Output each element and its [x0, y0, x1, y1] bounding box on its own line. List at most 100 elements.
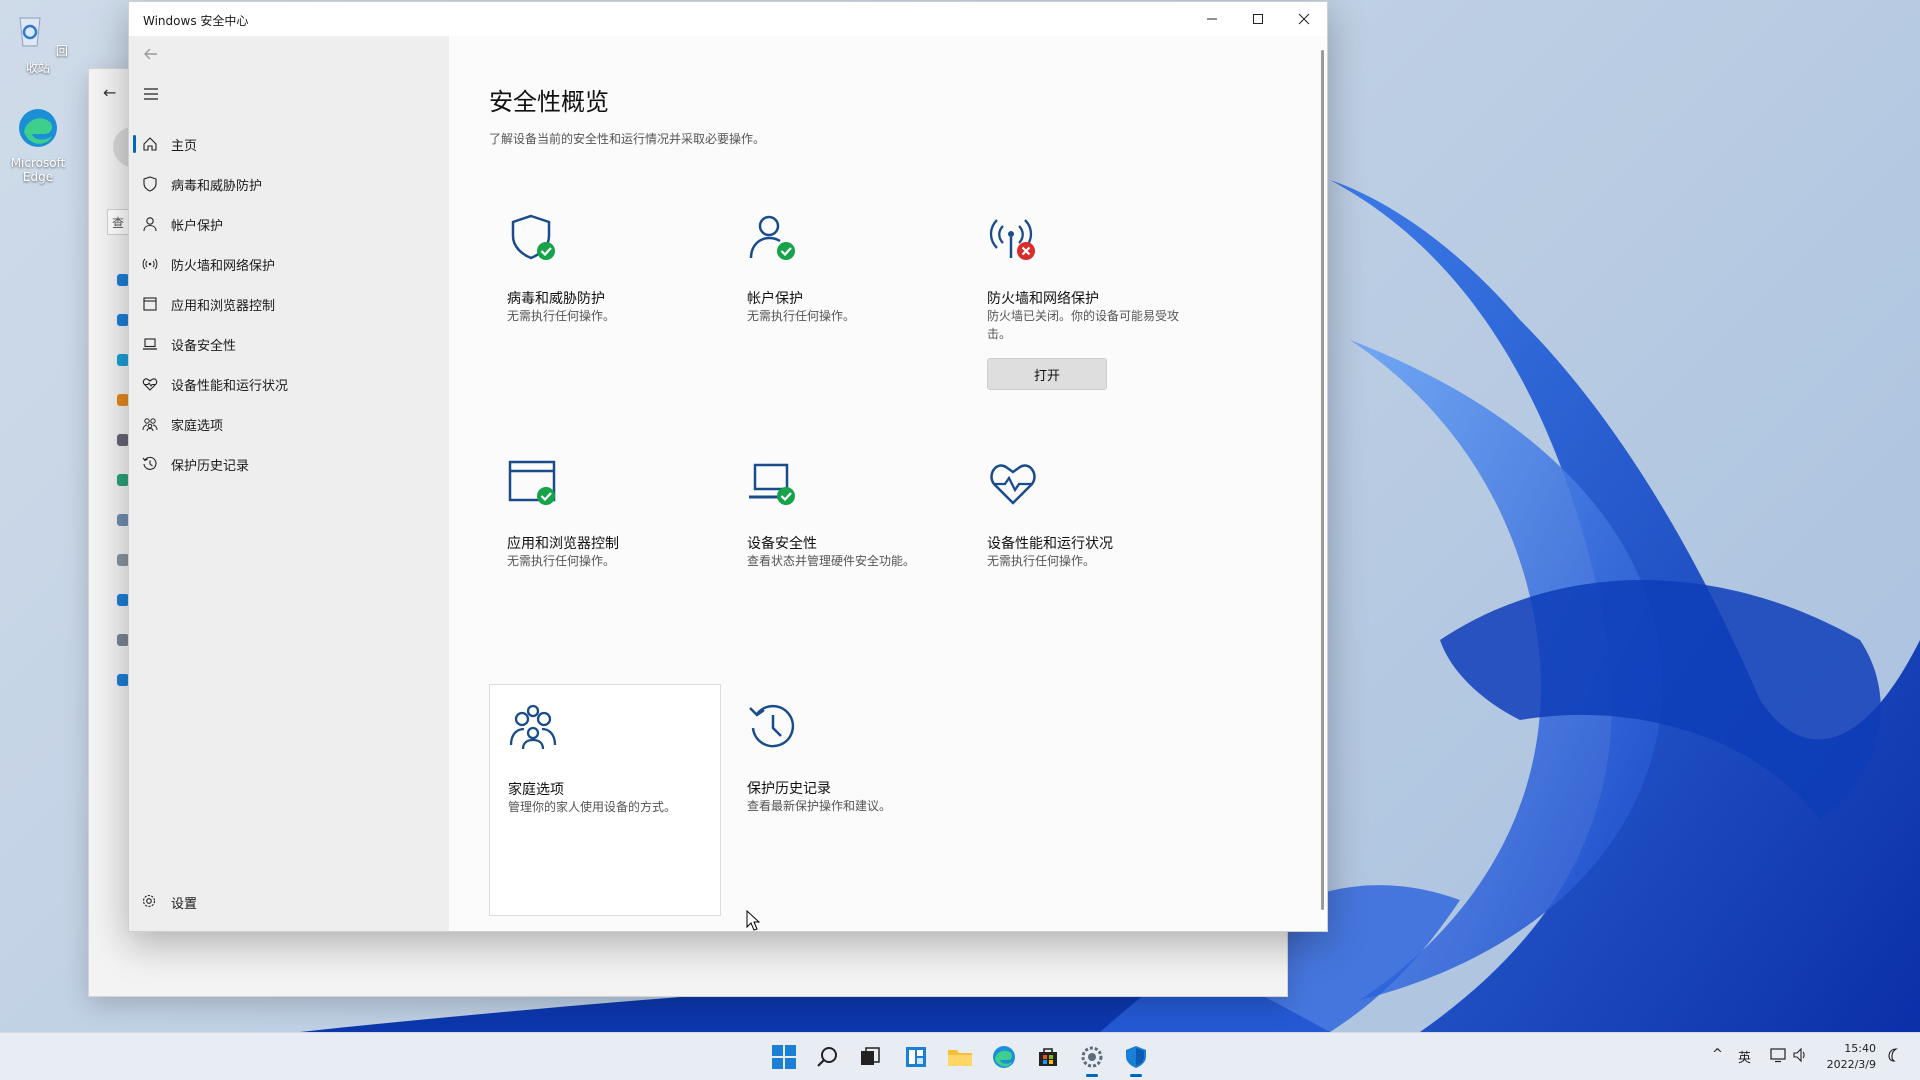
tile-description: 管理你的家人使用设备的方式。 [508, 800, 677, 814]
settings-label: 设置 [171, 896, 198, 912]
taskbar-task-view-button[interactable] [854, 1041, 886, 1073]
taskbar-edge-button[interactable] [988, 1041, 1020, 1073]
tile-title: 设备性能和运行状况 [987, 536, 1113, 552]
tile-app-browser-control[interactable]: 应用和浏览器控制 无需执行任何操作。 [489, 439, 721, 671]
tile-title: 病毒和威胁防护 [507, 291, 605, 307]
taskbar-search-button[interactable] [812, 1041, 844, 1073]
sidebar-item-virus-protection[interactable]: 病毒和威胁防护 [133, 166, 437, 202]
tile-title: 保护历史记录 [747, 781, 831, 797]
network-icon[interactable] [1770, 1047, 1786, 1063]
recycle-bin-icon [19, 17, 41, 47]
windows-security-window: Windows 安全中心 主页 病毒和威胁防护 帐户保护 防火墙和网络保护 应用… [128, 1, 1328, 932]
notification-icon[interactable] [1886, 1047, 1900, 1063]
tile-virus-protection[interactable]: 病毒和威胁防护 无需执行任何操作。 [489, 194, 721, 426]
taskbar-store-button[interactable] [1032, 1041, 1064, 1073]
tile-firewall[interactable]: 防火墙和网络保护 防火墙已关闭。你的设备可能易受攻击。 打开 [969, 194, 1201, 426]
main-content: 安全性概览 了解设备当前的安全性和运行情况并采取必要操作。 病毒和威胁防护 无需… [449, 36, 1327, 931]
tile-description: 无需执行任何操作。 [507, 309, 616, 323]
sidebar-item-device-security[interactable]: 设备安全性 [133, 326, 437, 362]
clock-date: 2022/3/9 [1826, 1058, 1876, 1071]
start-icon [772, 1045, 796, 1069]
store-icon [1039, 1048, 1057, 1066]
account-check-icon [749, 215, 795, 260]
firewall-error-icon [989, 219, 1035, 260]
scrollbar[interactable] [1321, 50, 1324, 910]
shield-check-icon [511, 214, 555, 260]
widgets-icon [906, 1047, 926, 1067]
tile-title: 帐户保护 [747, 291, 803, 307]
window-title: Windows 安全中心 [143, 14, 249, 28]
tile-device-performance[interactable]: 设备性能和运行状况 无需执行任何操作。 [969, 439, 1201, 671]
sidebar-item-firewall[interactable]: 防火墙和网络保护 [133, 246, 437, 282]
sidebar-item-label: 病毒和威胁防护 [171, 178, 263, 194]
clock-time: 15:40 [1844, 1042, 1876, 1055]
page-subtitle: 了解设备当前的安全性和运行情况并采取必要操作。 [489, 132, 766, 146]
sidebar-item-label: 主页 [171, 138, 198, 154]
laptop-icon [141, 335, 159, 353]
desktop-icon-label: Microsoft Edge [10, 156, 66, 184]
sidebar-item-label: 家庭选项 [171, 418, 224, 434]
sidebar-item-label: 防火墙和网络保护 [171, 258, 276, 274]
family-icon [509, 704, 557, 750]
maximize-button[interactable] [1235, 2, 1281, 36]
minimize-button[interactable] [1189, 2, 1235, 36]
hamburger-icon [144, 88, 158, 100]
settings-link[interactable]: 设置 [133, 884, 437, 920]
tile-family-options[interactable]: 家庭选项 管理你的家人使用设备的方式。 [489, 684, 721, 916]
file-explorer-icon [948, 1050, 972, 1066]
close-icon [1298, 13, 1310, 25]
tray-ime-indicator[interactable]: 英 [1738, 1047, 1751, 1066]
taskbar-start-button[interactable] [768, 1041, 800, 1073]
history-icon [141, 455, 159, 473]
taskbar-widgets-button[interactable] [900, 1041, 932, 1073]
desktop-icon-edge[interactable]: Microsoft Edge [8, 106, 68, 184]
tray-overflow-chevron[interactable]: ^ [1712, 1047, 1723, 1062]
taskbar-file-explorer-button[interactable] [944, 1041, 976, 1073]
home-icon [141, 135, 159, 153]
close-button[interactable] [1281, 2, 1327, 36]
minimize-icon [1207, 18, 1217, 20]
taskbar: ^ 英 15:40 2022/3/9 [0, 1032, 1920, 1080]
browser-check-icon [508, 460, 556, 505]
taskbar-windows-security-button[interactable] [1120, 1041, 1152, 1077]
sidebar-item-home[interactable]: 主页 [133, 126, 437, 162]
history-icon [749, 704, 795, 748]
wifi-antenna-icon [141, 255, 159, 273]
sidebar-item-protection-history[interactable]: 保护历史记录 [133, 446, 437, 482]
taskbar-settings-button[interactable] [1076, 1041, 1108, 1077]
task-view-icon [861, 1047, 880, 1065]
person-icon [141, 215, 159, 233]
back-button[interactable] [141, 44, 165, 68]
edge-icon [993, 1046, 1015, 1068]
tile-device-security[interactable]: 设备安全性 查看状态并管理硬件安全功能。 [729, 439, 961, 671]
edge-icon [19, 109, 57, 147]
tile-protection-history[interactable]: 保护历史记录 查看最新保护操作和建议。 [729, 684, 961, 916]
maximize-icon [1253, 14, 1263, 24]
mouse-cursor-icon [746, 910, 761, 931]
sidebar-item-label: 帐户保护 [171, 218, 224, 234]
sidebar-item-account-protection[interactable]: 帐户保护 [133, 206, 437, 242]
tile-title: 应用和浏览器控制 [507, 536, 619, 552]
tile-description: 无需执行任何操作。 [507, 554, 616, 568]
page-title: 安全性概览 [489, 88, 609, 116]
desktop: 回收站 Microsoft Edge ← 查 Windows 安全中心 主页 病… [0, 0, 1920, 1032]
desktop-icon-recycle-bin[interactable]: 回收站 [8, 8, 68, 76]
volume-icon[interactable] [1792, 1047, 1808, 1063]
turn-on-button[interactable]: 打开 [987, 358, 1107, 390]
search-icon [817, 1047, 837, 1067]
menu-button[interactable] [141, 84, 165, 108]
taskbar-clock[interactable]: 15:40 2022/3/9 [1827, 1041, 1876, 1073]
tile-account-protection[interactable]: 帐户保护 无需执行任何操作。 [729, 194, 961, 426]
back-arrow-icon[interactable]: ← [103, 83, 116, 102]
sidebar-item-device-performance[interactable]: 设备性能和运行状况 [133, 366, 437, 402]
family-icon [141, 415, 159, 433]
sidebar-item-label: 设备性能和运行状况 [171, 378, 289, 394]
sidebar-item-family-options[interactable]: 家庭选项 [133, 406, 437, 442]
title-bar[interactable]: Windows 安全中心 [129, 2, 1327, 36]
tile-title: 家庭选项 [508, 782, 564, 798]
sidebar-item-app-browser-control[interactable]: 应用和浏览器控制 [133, 286, 437, 322]
settings-icon [1081, 1046, 1103, 1068]
windows-security-icon [1126, 1046, 1146, 1068]
tile-description: 防火墙已关闭。你的设备可能易受攻击。 [987, 309, 1180, 341]
tile-description: 查看状态并管理硬件安全功能。 [747, 554, 916, 568]
